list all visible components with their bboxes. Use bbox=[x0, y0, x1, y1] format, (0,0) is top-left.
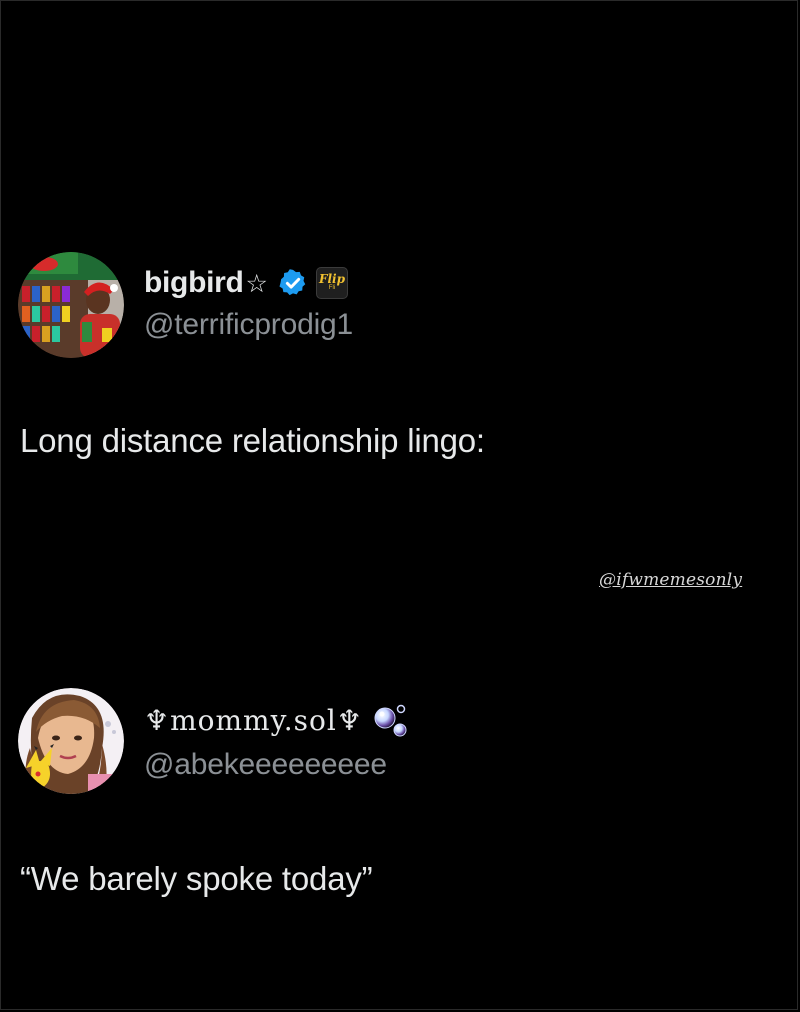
avatar[interactable] bbox=[18, 252, 124, 358]
name-row: ♆mommy.sol♆ bbox=[144, 700, 411, 740]
name-row: bigbird ☆ Flip Fli bbox=[144, 266, 348, 300]
display-name[interactable]: ♆mommy.sol♆ bbox=[144, 704, 363, 737]
screenshot-frame bbox=[0, 0, 798, 1010]
display-name[interactable]: bigbird bbox=[144, 266, 244, 300]
avatar[interactable] bbox=[18, 688, 124, 794]
user-handle[interactable]: @abekeeeeeeeee bbox=[144, 748, 387, 782]
badge-subtext: Fli bbox=[328, 285, 336, 291]
watermark: @ifwmemesonly bbox=[599, 570, 743, 590]
tweet-text: Long distance relationship lingo: bbox=[20, 422, 485, 459]
bubbles-icon bbox=[371, 700, 411, 740]
flip-app-badge-icon[interactable]: Flip Fli bbox=[315, 267, 348, 299]
verified-checkmark-icon bbox=[278, 268, 308, 298]
star-icon: ☆ bbox=[245, 270, 268, 298]
tweet-text: “We barely spoke today” bbox=[20, 860, 373, 897]
user-handle[interactable]: @terrificprodig1 bbox=[144, 308, 353, 342]
badge-text: Flip bbox=[318, 272, 345, 286]
